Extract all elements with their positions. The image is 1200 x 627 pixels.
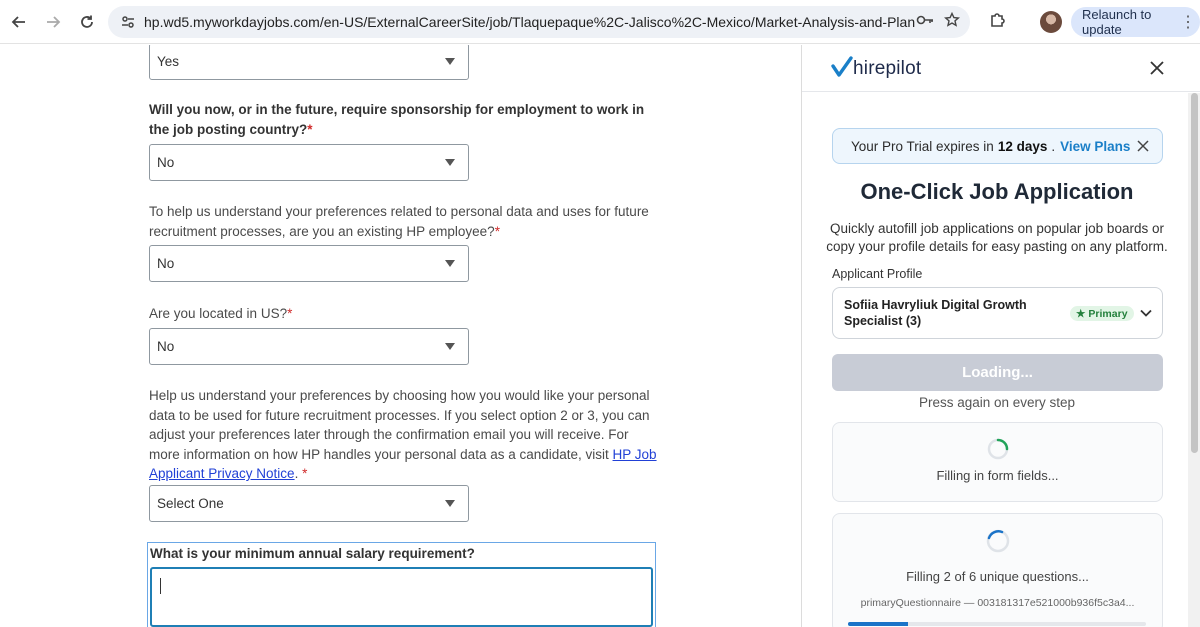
select-value: No [157,256,175,271]
hirepilot-panel: hirepilot Your Pro Trial expires in 12 d… [801,45,1200,627]
required-asterisk: * [287,306,293,321]
forward-icon[interactable] [38,7,68,37]
reload-icon[interactable] [72,7,102,37]
caret-down-icon [445,343,455,350]
trial-banner: Your Pro Trial expires in 12 days. View … [832,128,1163,164]
spinner-icon [987,438,1009,460]
url-text[interactable]: hp.wd5.myworkdayjobs.com/en-US/ExternalC… [144,14,916,30]
browser-toolbar: hp.wd5.myworkdayjobs.com/en-US/ExternalC… [0,0,1200,44]
bookmark-star-icon[interactable] [944,11,960,33]
applicant-profile-select[interactable]: Sofiia Havryliuk Digital Growth Speciali… [832,287,1163,339]
preferences-question: Help us understand your preferences by c… [149,386,659,484]
address-bar[interactable]: hp.wd5.myworkdayjobs.com/en-US/ExternalC… [108,6,970,38]
select-value: Yes [157,54,180,69]
trailing-period: . [294,466,299,481]
view-plans-link[interactable]: View Plans [1060,139,1130,154]
existing-employee-select[interactable]: No [149,245,469,282]
text-cursor [160,578,161,594]
chevron-down-icon [1140,309,1152,317]
preferences-select[interactable]: Select One [149,485,469,522]
sponsorship-select[interactable]: No [149,144,469,181]
existing-employee-question: To help us understand your preferences r… [149,202,659,241]
salary-textarea[interactable] [150,567,653,627]
question-text: Will you now, or in the future, require … [149,102,645,137]
application-form: Yes Will you now, or in the future, requ… [0,45,800,627]
select-value: Select One [157,496,224,511]
trial-prefix: Your Pro Trial expires in [851,138,994,154]
autofill-button[interactable]: Loading... [832,354,1163,391]
profile-name: Sofiia Havryliuk Digital Growth Speciali… [844,298,1027,328]
applicant-profile-label: Applicant Profile [832,267,923,281]
status-card-questions: Filling 2 of 6 unique questions... prima… [832,513,1163,627]
caret-down-icon [445,58,455,65]
progress-bar [848,622,1146,626]
extensions-puzzle-icon[interactable] [988,10,1012,34]
back-icon[interactable] [4,7,34,37]
question-text: Help us understand your preferences by c… [149,388,650,462]
primary-badge: ★ Primary [1070,306,1134,321]
badge-label: Primary [1088,307,1128,320]
close-icon[interactable] [1136,139,1150,153]
trial-days: 12 days [997,138,1048,154]
site-info-icon[interactable] [114,8,142,36]
status-text: Filling in form fields... [936,468,1059,483]
hirepilot-logo: hirepilot [853,58,922,79]
salary-question-block: What is your minimum annual salary requi… [147,542,656,627]
progress-fill [848,622,908,626]
profile-avatar[interactable] [1040,11,1062,33]
questionnaire-id: primaryQuestionnaire — 003181317e521000b… [860,597,1135,609]
spinner-icon [986,529,1010,553]
trial-suffix: . [1051,138,1056,154]
close-icon[interactable] [1146,57,1168,79]
hirepilot-check-icon [831,56,853,77]
required-asterisk: * [307,121,313,137]
located-us-select[interactable]: No [149,328,469,365]
browser-menu-icon[interactable]: ⋮ [1180,12,1196,32]
select-value: No [157,155,175,170]
star-icon: ★ [1076,307,1086,320]
required-asterisk: * [302,466,308,481]
caret-down-icon [445,260,455,267]
password-key-icon[interactable] [916,13,934,32]
located-us-question: Are you located in US?* [149,304,659,324]
required-asterisk: * [494,223,500,239]
autofill-hint: Press again on every step [918,395,1076,410]
salary-question: What is your minimum annual salary requi… [150,546,475,561]
scrollbar-thumb[interactable] [1191,93,1198,453]
status-card-form-fields: Filling in form fields... [832,422,1163,502]
question-text: Are you located in US? [149,306,288,321]
panel-header: hirepilot [802,45,1200,92]
status-text: Filling 2 of 6 unique questions... [906,569,1089,584]
question-text: To help us understand your preferences r… [149,204,649,239]
sponsorship-question: Will you now, or in the future, require … [149,100,649,139]
caret-down-icon [445,159,455,166]
select-value: No [157,339,175,354]
caret-down-icon [445,500,455,507]
previous-question-select[interactable]: Yes [149,45,469,80]
panel-title: One-Click Job Application [860,179,1134,204]
panel-subtitle: Quickly autofill job applications on pop… [826,221,1168,254]
